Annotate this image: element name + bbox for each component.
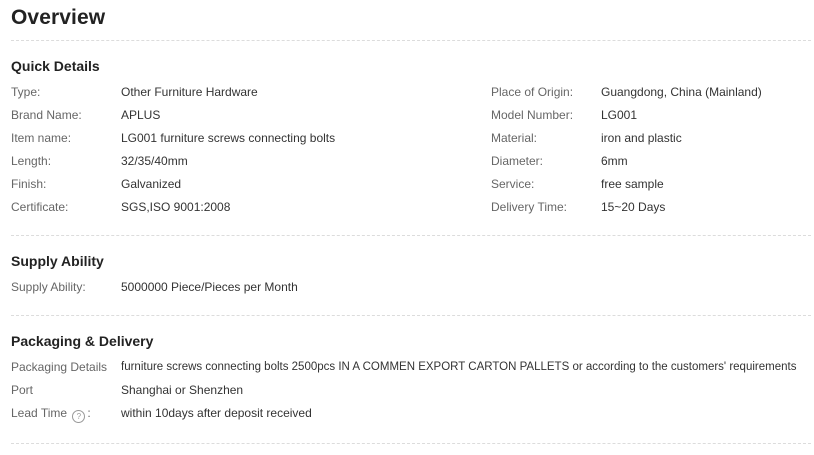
detail-label: Material: [491,131,538,145]
detail-label: Item name: [11,131,72,145]
divider [11,235,811,236]
detail-label: Place of Origin: [491,85,574,99]
detail-label: Supply Ability: [11,280,86,294]
detail-label: Brand Name: [11,108,82,122]
detail-value: APLUS [121,108,161,122]
detail-label: Diameter: [491,154,544,168]
detail-label: Lead Time ?: [11,406,91,423]
divider [11,40,811,41]
detail-value: Guangdong, China (Mainland) [601,85,762,99]
detail-label: Delivery Time: [491,200,568,214]
detail-label: Finish: [11,177,47,191]
detail-value: Galvanized [121,177,182,191]
packaging-delivery-heading: Packaging & Delivery [11,333,154,349]
detail-label: Port [11,383,34,397]
lead-time-label: Lead Time [11,406,68,420]
detail-value: 5000000 Piece/Pieces per Month [121,280,298,294]
divider [11,443,811,444]
supply-ability-heading: Supply Ability [11,253,104,269]
detail-value: Shanghai or Shenzhen [121,383,244,397]
detail-label: Type: [11,85,41,99]
question-circle-icon[interactable]: ? [72,410,86,423]
detail-value: free sample [601,177,664,191]
detail-value: iron and plastic [601,131,682,145]
detail-value: 15~20 Days [601,200,666,214]
detail-label: Service: [491,177,535,191]
detail-value: Other Furniture Hardware [121,85,258,99]
detail-value: 6mm [601,154,628,168]
detail-value: furniture screws connecting bolts 2500pc… [121,361,797,373]
lead-time-colon: : [87,406,91,420]
detail-value: within 10days after deposit received [121,406,312,420]
detail-label: Model Number: [491,108,574,122]
detail-label: Packaging Details [11,360,108,374]
divider [11,315,811,316]
detail-value: LG001 furniture screws connecting bolts [121,131,336,145]
detail-value: SGS,ISO 9001:2008 [121,200,231,214]
product-overview: Overview Quick Details Type: Other Furni… [0,0,814,455]
page-title: Overview [11,6,106,29]
detail-label: Length: [11,154,52,168]
detail-value: 32/35/40mm [121,154,188,168]
quick-details-heading: Quick Details [11,58,100,74]
detail-label: Certificate: [11,200,69,214]
detail-value: LG001 [601,108,638,122]
